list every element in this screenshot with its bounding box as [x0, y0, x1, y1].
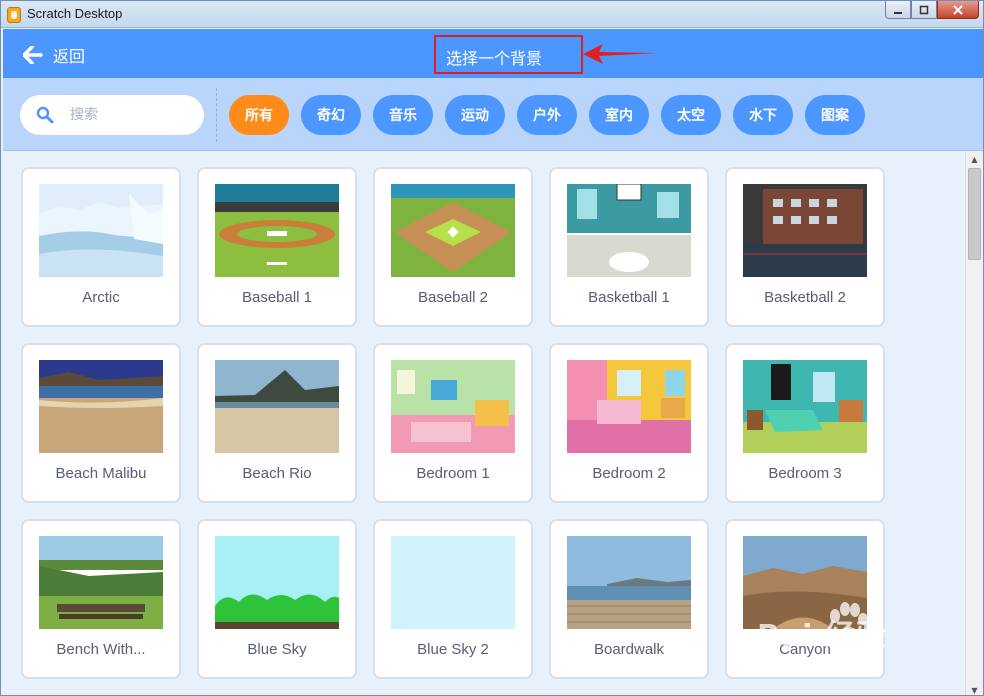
backdrop-card[interactable]: Beach Rio [197, 343, 357, 503]
beach-malibu-thumbnail [39, 360, 163, 453]
tag-4[interactable]: 户外 [517, 95, 577, 135]
backdrop-card[interactable]: Blue Sky 2 [373, 519, 533, 679]
scratch-app-icon [7, 7, 21, 23]
backdrop-card[interactable]: Baseball 1 [197, 167, 357, 327]
backdrop-name: Arctic [82, 289, 120, 306]
backdrop-card[interactable]: Baseball 2 [373, 167, 533, 327]
backdrop-card[interactable]: Blue Sky [197, 519, 357, 679]
scroll-up-icon[interactable]: ▲ [966, 152, 983, 166]
maximize-icon [919, 5, 929, 14]
minimize-button[interactable] [885, 1, 911, 19]
backdrop-name: Bench With... [56, 641, 146, 658]
basketball-1-thumbnail [567, 184, 691, 277]
window-controls [885, 1, 979, 20]
bedroom-3-thumbnail [743, 360, 867, 453]
back-button[interactable]: 返回 [23, 43, 85, 67]
filter-divider [216, 88, 217, 142]
backdrop-card[interactable]: Boardwalk [549, 519, 709, 679]
baseball-2-thumbnail [391, 184, 515, 277]
page-title: 选择一个背景 [434, 35, 583, 74]
backdrop-grid: Arctic Baseball 1 Baseball 2 Basketball 1 Ba… [3, 152, 965, 695]
close-icon [953, 4, 963, 15]
scratch-window: Scratch Desktop 返回 选择一个背景 搜索 所有 奇幻 音乐 运动… [0, 0, 984, 696]
backdrop-name: Bedroom 1 [416, 465, 490, 482]
backdrop-card[interactable]: Bedroom 2 [549, 343, 709, 503]
tag-list: 所有 奇幻 音乐 运动 户外 室内 太空 水下 图案 [229, 95, 877, 135]
scroll-thumb[interactable] [968, 168, 981, 260]
library-header: 返回 选择一个背景 [3, 29, 983, 78]
backdrop-name: Beach Rio [242, 465, 312, 482]
backdrop-card[interactable]: Bedroom 3 [725, 343, 885, 503]
back-label: 返回 [53, 47, 86, 66]
maximize-button[interactable] [911, 1, 937, 19]
tag-2[interactable]: 音乐 [373, 95, 433, 135]
backdrop-card[interactable]: Basketball 1 [549, 167, 709, 327]
search-input[interactable] [70, 107, 180, 123]
tag-6[interactable]: 太空 [661, 95, 721, 135]
blue-sky-2-thumbnail [391, 536, 515, 629]
backdrop-card[interactable]: Bedroom 1 [373, 343, 533, 503]
filter-bar: 所有奇幻音乐运动户外室内太空水下图案 [3, 78, 983, 151]
blue-sky-thumbnail [215, 536, 339, 629]
scroll-down-icon[interactable]: ▼ [966, 683, 983, 695]
backdrop-card[interactable]: Canyon [725, 519, 885, 679]
backdrop-card[interactable]: Basketball 2 [725, 167, 885, 327]
search-icon [36, 106, 54, 124]
title-bar: Scratch Desktop [1, 1, 983, 28]
backdrop-name: Bedroom 3 [768, 465, 842, 482]
backdrop-name: Basketball 1 [588, 289, 670, 306]
backdrop-name: Boardwalk [593, 641, 665, 658]
backdrop-name: Baseball 2 [417, 289, 489, 306]
backdrop-card[interactable]: Bench With... [21, 519, 181, 679]
backdrop-name: Blue Sky [247, 641, 307, 658]
tag-7[interactable]: 水下 [733, 95, 793, 135]
boardwalk-thumbnail [567, 536, 691, 629]
backdrop-name: Baseball 1 [241, 289, 313, 306]
back-arrow-icon [23, 46, 43, 64]
tag-3[interactable]: 运动 [445, 95, 505, 135]
window-title: Scratch Desktop [27, 6, 123, 21]
backdrop-name: Beach Malibu [55, 465, 147, 482]
annotation-arrow-icon [583, 44, 657, 64]
tag-1[interactable]: 奇幻 [301, 95, 361, 135]
baseball-1-thumbnail [215, 184, 339, 277]
tag-8[interactable]: 图案 [805, 95, 865, 135]
backdrop-name: Canyon [779, 641, 831, 658]
bench-thumbnail [39, 536, 163, 629]
vertical-scrollbar[interactable]: ▲ ▼ [965, 152, 983, 695]
beach-rio-thumbnail [215, 360, 339, 453]
backdrop-card[interactable]: Beach Malibu [21, 343, 181, 503]
close-button[interactable] [937, 1, 979, 19]
backdrop-name: Basketball 2 [764, 289, 846, 306]
arctic-thumbnail [39, 184, 163, 277]
backdrop-name: Bedroom 2 [592, 465, 666, 482]
tag-5[interactable]: 室内 [589, 95, 649, 135]
basketball-2-thumbnail [743, 184, 867, 277]
bedroom-2-thumbnail [567, 360, 691, 453]
canyon-thumbnail [743, 536, 867, 629]
search-box[interactable] [20, 95, 204, 135]
backdrop-name: Blue Sky 2 [417, 641, 489, 658]
bedroom-1-thumbnail [391, 360, 515, 453]
backdrop-card[interactable]: Arctic [21, 167, 181, 327]
tag-0[interactable]: 所有 [229, 95, 289, 135]
minimize-icon [894, 11, 902, 14]
